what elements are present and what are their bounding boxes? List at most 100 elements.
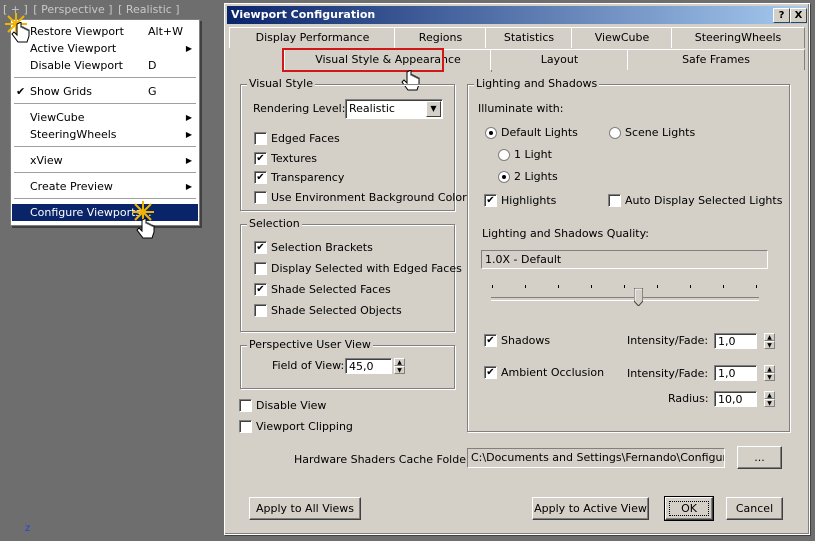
menu-separator — [14, 198, 196, 200]
quality-display: 1.0X - Default — [481, 250, 768, 269]
radio-dot — [498, 171, 510, 183]
illuminate-with-label: Illuminate with: — [478, 102, 564, 115]
browse-button[interactable]: ... — [737, 446, 782, 469]
dropdown-arrow-icon: ▼ — [426, 101, 441, 117]
radio-dot — [609, 127, 621, 139]
menu-item-restore-viewport[interactable]: Restore Viewport Alt+W — [12, 23, 198, 40]
menu-separator — [14, 172, 196, 174]
submenu-arrow-icon: ▶ — [185, 130, 192, 139]
ao-intensity-input[interactable]: 1,0 — [714, 365, 757, 381]
slider-tick — [624, 285, 625, 288]
quality-slider-track[interactable] — [491, 297, 759, 301]
spinner-down-icon[interactable]: ▼ — [764, 399, 775, 407]
menu-item-xview[interactable]: xView ▶ — [12, 152, 198, 169]
submenu-arrow-icon: ▶ — [185, 156, 192, 165]
spinner-up-icon[interactable]: ▲ — [764, 365, 775, 373]
radio-dot — [498, 149, 510, 161]
menu-item-create-preview[interactable]: Create Preview ▶ — [12, 178, 198, 195]
submenu-arrow-icon: ▶ — [185, 182, 192, 191]
rendering-level-label: Rendering Level: — [253, 102, 346, 115]
perspective-group-title: Perspective User View — [247, 338, 373, 351]
ok-button[interactable]: OK — [664, 496, 714, 521]
checkbox-box — [608, 194, 621, 207]
slider-tick — [591, 285, 592, 288]
apply-to-active-view-button[interactable]: Apply to Active View — [532, 497, 649, 520]
spinner-down-icon[interactable]: ▼ — [394, 366, 405, 374]
axis-label: z — [25, 523, 31, 534]
tab-statistics[interactable]: Statistics — [485, 27, 573, 48]
checkbox-box — [254, 191, 267, 204]
slider-tick — [756, 285, 757, 288]
cache-folder-path[interactable]: C:\Documents and Settings\Fernando\Confi… — [467, 448, 725, 468]
slider-tick — [657, 285, 658, 288]
shadows-intensity-input[interactable]: 1,0 — [714, 333, 757, 349]
slider-tick — [558, 285, 559, 288]
checkbox-box — [239, 399, 252, 412]
checkbox-box — [254, 262, 267, 275]
submenu-arrow-icon: ▶ — [185, 113, 192, 122]
viewport-context-menu: Restore Viewport Alt+W Active Viewport ▶… — [10, 19, 200, 226]
ao-intensity-spinner[interactable]: ▲ ▼ — [764, 365, 775, 381]
tab-viewcube[interactable]: ViewCube — [571, 27, 673, 48]
viewport-shading-label[interactable]: [ Realistic ] — [118, 3, 180, 16]
field-of-view-input[interactable]: 45,0 — [345, 358, 392, 374]
menu-item-configure-viewports[interactable]: Configure Viewports... — [12, 204, 198, 221]
rendering-level-value: Realistic — [349, 102, 395, 115]
field-of-view-spinner[interactable]: ▲ ▼ — [394, 358, 405, 374]
shadows-intensity-spinner[interactable]: ▲ ▼ — [764, 333, 775, 349]
lighting-group-title: Lighting and Shadows — [474, 77, 600, 90]
checkmark-icon: ✔ — [254, 241, 267, 254]
cache-folder-label: Hardware Shaders Cache Folder: — [294, 453, 475, 466]
cancel-button[interactable]: Cancel — [726, 497, 783, 520]
spinner-down-icon[interactable]: ▼ — [764, 373, 775, 381]
checkmark-icon: ✔ — [16, 85, 26, 98]
help-button[interactable]: ? — [773, 8, 790, 23]
slider-tick — [690, 285, 691, 288]
checkbox-box — [254, 132, 267, 145]
menu-item-show-grids[interactable]: ✔ Show Grids G — [12, 83, 198, 100]
tab-regions[interactable]: Regions — [394, 27, 487, 48]
quality-label: Lighting and Shadows Quality: — [482, 227, 649, 240]
checkmark-icon: ✔ — [484, 334, 497, 347]
spinner-up-icon[interactable]: ▲ — [764, 333, 775, 341]
checkmark-icon: ✔ — [254, 171, 267, 184]
dialog-title: Viewport Configuration — [231, 8, 376, 21]
menu-item-active-viewport[interactable]: Active Viewport ▶ — [12, 40, 198, 57]
slider-tick — [723, 285, 724, 288]
close-button[interactable]: X — [790, 8, 807, 23]
submenu-arrow-icon: ▶ — [185, 44, 192, 53]
menu-item-steeringwheels[interactable]: SteeringWheels ▶ — [12, 126, 198, 143]
radius-input[interactable]: 10,0 — [714, 391, 757, 407]
radius-label: Radius: — [668, 392, 709, 405]
spinner-up-icon[interactable]: ▲ — [394, 358, 405, 366]
hand-cursor-icon — [136, 218, 155, 239]
menu-item-viewcube[interactable]: ViewCube ▶ — [12, 109, 198, 126]
quality-slider-thumb[interactable] — [634, 288, 643, 306]
checkmark-icon: ✔ — [484, 194, 497, 207]
tab-safe-frames[interactable]: Safe Frames — [627, 49, 805, 70]
rendering-level-dropdown[interactable]: Realistic ▼ — [345, 99, 443, 119]
checkbox-box — [254, 304, 267, 317]
dialog-titlebar[interactable]: Viewport Configuration ? X — [227, 6, 807, 24]
spinner-down-icon[interactable]: ▼ — [764, 341, 775, 349]
shadows-intensity-label: Intensity/Fade: — [627, 334, 709, 347]
apply-to-all-views-button[interactable]: Apply to All Views — [249, 497, 361, 520]
radius-spinner[interactable]: ▲ ▼ — [764, 391, 775, 407]
menu-separator — [14, 77, 196, 79]
tab-layout[interactable]: Layout — [490, 49, 629, 70]
visual-style-group-title: Visual Style — [247, 77, 315, 90]
checkbox-box — [239, 420, 252, 433]
ao-intensity-label: Intensity/Fade: — [627, 367, 709, 380]
spinner-up-icon[interactable]: ▲ — [764, 391, 775, 399]
viewport-label[interactable]: [ + ] [ Perspective ] [ Realistic ] — [3, 3, 182, 16]
field-of-view-label: Field of View: — [272, 359, 345, 372]
tab-display-performance[interactable]: Display Performance — [229, 27, 396, 48]
menu-separator — [14, 103, 196, 105]
menu-separator — [14, 146, 196, 148]
menu-item-disable-viewport[interactable]: Disable Viewport D — [12, 57, 198, 74]
highlight-box — [282, 48, 444, 72]
hand-cursor-icon — [11, 22, 30, 43]
viewport-perspective-label[interactable]: [ Perspective ] — [33, 3, 112, 16]
checkmark-icon: ✔ — [484, 366, 497, 379]
tab-steeringwheels[interactable]: SteeringWheels — [671, 27, 805, 48]
